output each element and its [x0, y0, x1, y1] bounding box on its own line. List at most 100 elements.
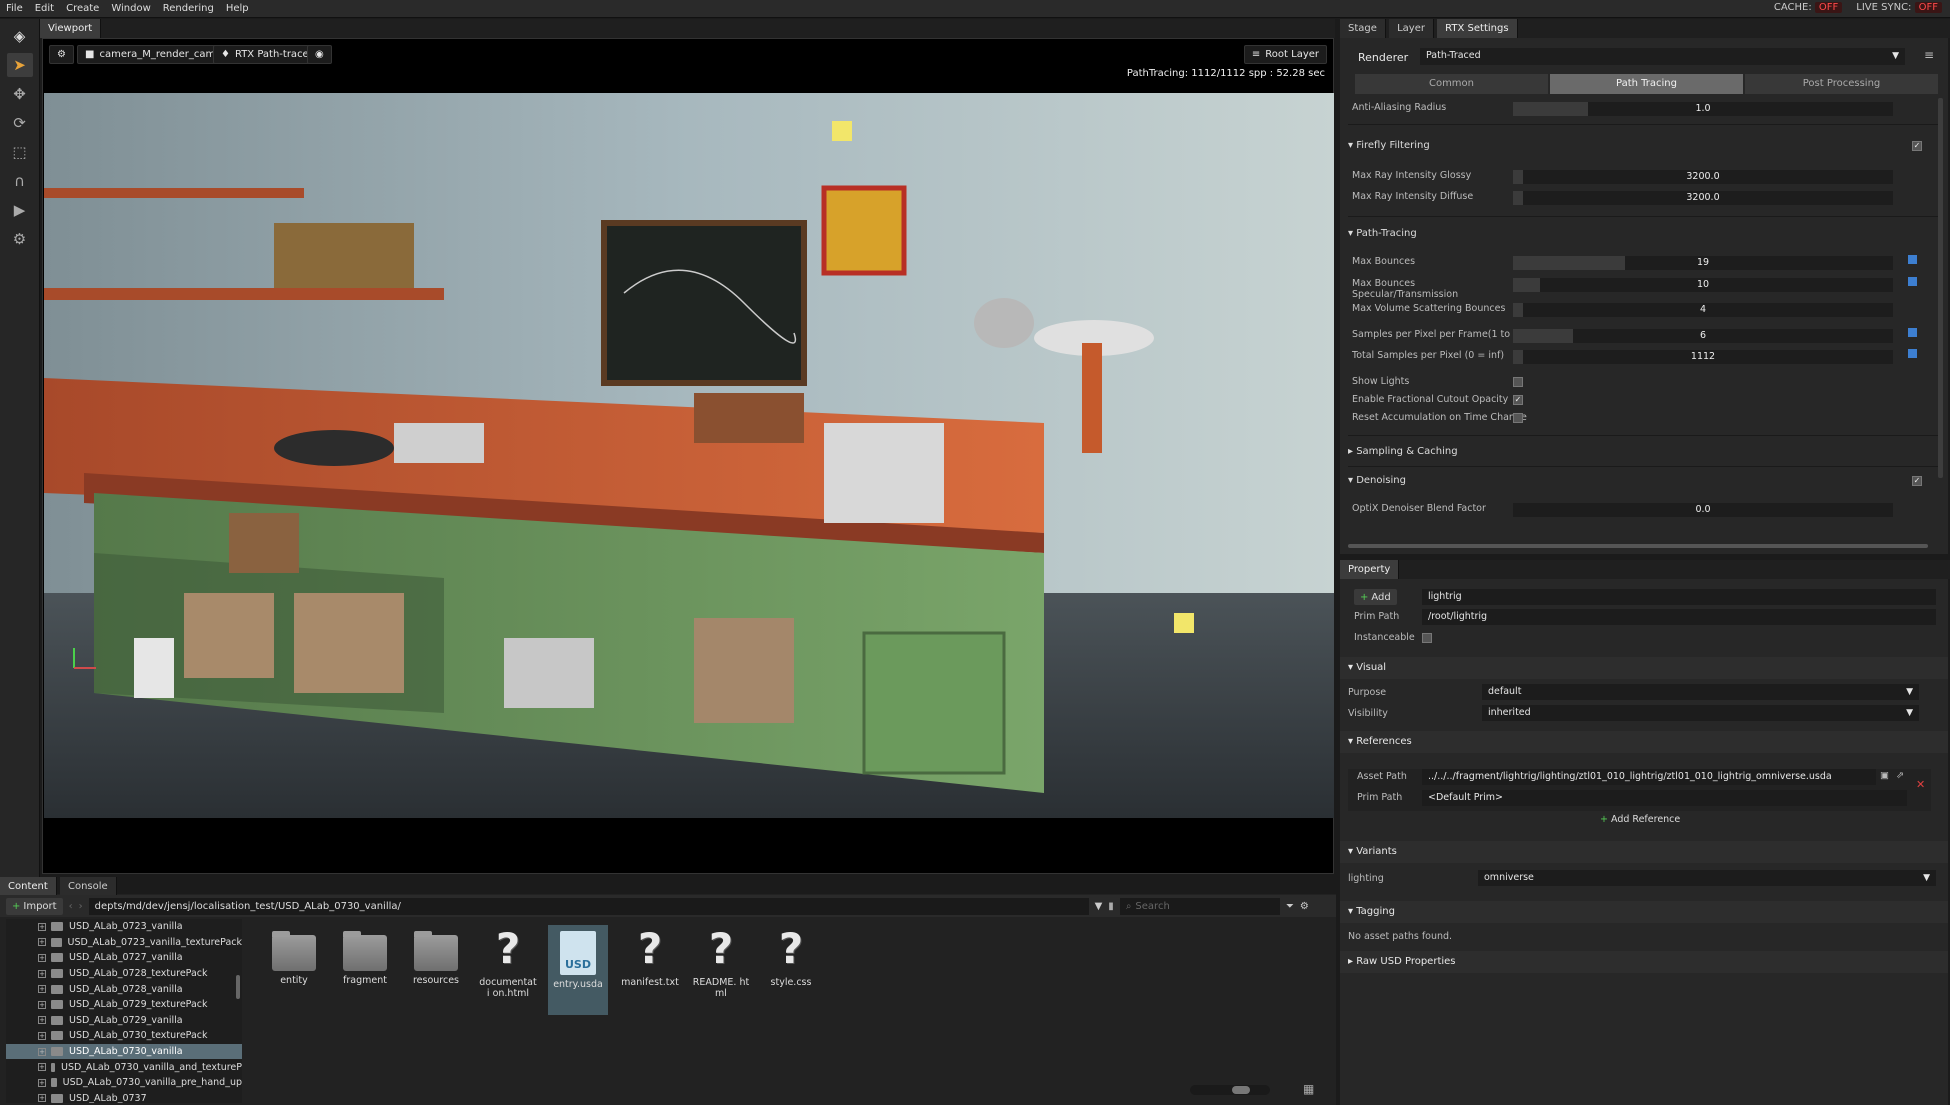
scale-tool-icon[interactable]: ⬚ — [7, 140, 33, 164]
zoom-slider[interactable] — [1190, 1085, 1270, 1095]
expand-icon[interactable]: + — [38, 1078, 46, 1087]
file-item[interactable]: ? manifest.txt — [620, 925, 680, 1015]
tree-item[interactable]: + USD_ALab_0723_vanilla — [6, 919, 242, 935]
path-tracing-section-header[interactable]: ▾ Path-Tracing — [1348, 228, 1417, 239]
sampling-section-header[interactable]: ▸ Sampling & Caching — [1348, 446, 1458, 457]
menu-rendering[interactable]: Rendering — [157, 3, 220, 14]
play-tool-icon[interactable]: ▶ — [7, 198, 33, 222]
lighting-variant-dropdown[interactable]: omniverse ▼ — [1478, 870, 1936, 886]
expand-icon[interactable]: + — [38, 1000, 46, 1009]
menu-create[interactable]: Create — [60, 3, 105, 14]
folder-icon[interactable]: ▣ — [1880, 770, 1889, 781]
expand-icon[interactable]: + — [38, 1047, 46, 1056]
denoising-checkbox[interactable]: ✓ — [1912, 476, 1922, 486]
expand-icon[interactable]: + — [38, 1016, 46, 1025]
diffuse-field[interactable]: 3200.0 — [1513, 191, 1893, 205]
search-input[interactable]: ⌕ Search — [1119, 897, 1280, 915]
viewport[interactable]: ⚙ ■ camera_M_render_cam ♦ RTX Path-traced … — [42, 38, 1334, 874]
tab-stage[interactable]: Stage — [1340, 19, 1386, 38]
visual-section-header[interactable]: ▾ Visual — [1340, 657, 1948, 679]
file-item[interactable]: ? style.css — [761, 925, 821, 1015]
reference-prim-path-field[interactable]: <Default Prim> — [1422, 790, 1907, 806]
tab-viewport[interactable]: Viewport — [40, 19, 102, 38]
tree-scrollbar[interactable] — [236, 975, 240, 999]
select-tool-icon[interactable]: ➤ — [6, 53, 33, 77]
remove-reference-icon[interactable]: ✕ — [1916, 778, 1925, 791]
rotate-tool-icon[interactable]: ⟳ — [7, 111, 33, 135]
snap-tool-icon[interactable]: ∩ — [7, 169, 33, 193]
instanceable-checkbox[interactable] — [1422, 633, 1432, 643]
references-section-header[interactable]: ▾ References — [1340, 731, 1948, 753]
camera-selector[interactable]: ■ camera_M_render_cam — [77, 45, 224, 64]
tree-item[interactable]: + USD_ALab_0730_vanilla — [6, 1043, 242, 1060]
purpose-dropdown[interactable]: default ▼ — [1482, 684, 1919, 700]
expand-icon[interactable]: + — [38, 922, 46, 931]
file-item[interactable]: entity — [264, 925, 324, 1015]
forward-arrow-icon[interactable]: › — [79, 901, 83, 912]
renderer-dropdown[interactable]: Path-Traced ▼ — [1420, 48, 1905, 65]
file-item[interactable]: fragment — [335, 925, 395, 1015]
hamburger-icon[interactable]: ≡ — [1924, 49, 1934, 61]
prim-name-field[interactable]: lightrig — [1422, 589, 1936, 605]
spp-override[interactable] — [1908, 328, 1917, 337]
move-tool-icon[interactable]: ✥ — [7, 82, 33, 106]
cache-status[interactable]: CACHE: OFF — [1774, 2, 1843, 13]
firefly-section-header[interactable]: ▾ Firefly Filtering — [1348, 140, 1430, 151]
tagging-section-header[interactable]: ▾ Tagging — [1340, 901, 1948, 923]
file-item[interactable]: ? README. html — [691, 925, 751, 1015]
firefly-checkbox[interactable]: ✓ — [1912, 141, 1922, 151]
tab-layer[interactable]: Layer — [1389, 19, 1434, 38]
subtab-common[interactable]: Common — [1355, 74, 1548, 94]
vertical-scrollbar[interactable] — [1938, 98, 1943, 478]
add-reference-button[interactable]: + Add Reference — [1600, 814, 1680, 825]
expand-icon[interactable]: + — [38, 1094, 46, 1103]
path-input[interactable]: depts/md/dev/jensj/localisation_test/USD… — [88, 897, 1089, 915]
tree-item[interactable]: + USD_ALab_0730_texturePack — [6, 1028, 242, 1044]
tab-rtx-settings[interactable]: RTX Settings — [1437, 19, 1518, 38]
tree-item[interactable]: + USD_ALab_0727_vanilla — [6, 950, 242, 966]
volume-bounces-field[interactable]: 4 — [1513, 303, 1893, 317]
expand-icon[interactable]: + — [38, 969, 46, 978]
visibility-dropdown[interactable]: inherited ▼ — [1482, 705, 1919, 721]
bookmark-icon[interactable]: ▮ — [1108, 901, 1114, 912]
livesync-status[interactable]: LIVE SYNC: OFF — [1856, 2, 1942, 13]
expand-icon[interactable]: + — [38, 953, 46, 962]
tree-item[interactable]: + USD_ALab_0730_vanilla_and_textureP — [6, 1059, 242, 1075]
expand-icon[interactable]: + — [38, 938, 46, 947]
add-button[interactable]: + Add — [1354, 589, 1397, 605]
max-bounces-field[interactable]: 19 — [1513, 256, 1893, 270]
specular-bounces-override[interactable] — [1908, 277, 1917, 286]
tree-item[interactable]: + USD_ALab_0730_vanilla_pre_hand_up — [6, 1075, 242, 1091]
back-arrow-icon[interactable]: ‹ — [69, 901, 73, 912]
tab-property[interactable]: Property — [1340, 560, 1400, 579]
expand-icon[interactable]: + — [38, 1063, 46, 1072]
tree-item[interactable]: + USD_ALab_0728_vanilla — [6, 981, 242, 997]
tree-item[interactable]: + USD_ALab_0729_vanilla — [6, 1013, 242, 1029]
file-item[interactable]: ? documentati on.html — [478, 925, 538, 1015]
tree-item[interactable]: + USD_ALab_0723_vanilla_texturePack — [6, 935, 242, 951]
max-bounces-override[interactable] — [1908, 255, 1917, 264]
subtab-path-tracing[interactable]: Path Tracing — [1550, 74, 1743, 94]
expand-icon[interactable]: + — [38, 1031, 46, 1040]
aa-radius-field[interactable]: 1.0 — [1513, 102, 1893, 116]
settings-gear-icon[interactable]: ⚙ — [1300, 901, 1309, 912]
grid-view-icon[interactable]: ▦ — [1303, 1082, 1314, 1096]
menu-window[interactable]: Window — [105, 3, 156, 14]
spp-field[interactable]: 6 — [1513, 329, 1893, 343]
file-item[interactable]: USD entry.usda — [548, 925, 608, 1015]
import-button[interactable]: + Import — [6, 897, 63, 915]
denoising-section-header[interactable]: ▾ Denoising — [1348, 475, 1406, 486]
reset-accumulation-checkbox[interactable] — [1513, 413, 1523, 423]
viewport-settings-button[interactable]: ⚙ — [49, 45, 74, 64]
glossy-field[interactable]: 3200.0 — [1513, 170, 1893, 184]
tree-item[interactable]: + USD_ALab_0737 — [6, 1091, 242, 1103]
asset-path-field[interactable]: ../../../fragment/lightrig/lighting/ztl0… — [1422, 769, 1876, 785]
zoom-slider-handle[interactable] — [1232, 1086, 1250, 1094]
physics-tool-icon[interactable]: ⚙ — [7, 227, 33, 251]
file-item[interactable]: resources — [406, 925, 466, 1015]
tab-console[interactable]: Console — [59, 877, 117, 896]
layer-selector[interactable]: ≡ Root Layer — [1243, 45, 1327, 64]
filter-icon[interactable]: ⏷ — [1286, 901, 1294, 912]
cutout-opacity-checkbox[interactable]: ✓ — [1513, 395, 1523, 405]
optix-blend-field[interactable]: 0.0 — [1513, 503, 1893, 517]
